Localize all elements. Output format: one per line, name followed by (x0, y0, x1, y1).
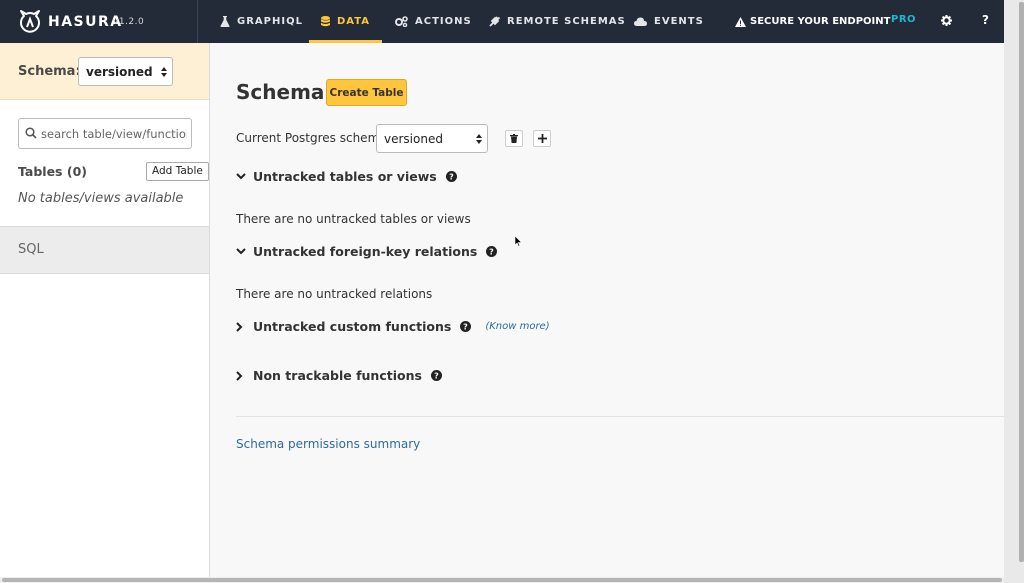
flask-icon (220, 16, 230, 27)
chevron-right-icon (236, 321, 243, 332)
svg-text:?: ? (434, 372, 439, 381)
scrollbar-thumb[interactable] (1019, 2, 1024, 562)
plus-icon (537, 134, 547, 143)
horizontal-scrollbar[interactable] (0, 577, 1004, 583)
sidebar: Schema: versioned Tables (0) Add Table N… (0, 43, 210, 577)
section-non-trackable-functions[interactable]: Non trackable functions ? (236, 368, 442, 383)
top-nav-bar: HASURA v1.2.0 GRAPHIQL DATA ACTIONS REMO… (0, 0, 1004, 43)
nav-label: ACTIONS (415, 16, 472, 27)
help-circle-icon[interactable]: ? (460, 321, 472, 332)
scrollbar-thumb[interactable] (2, 578, 1002, 582)
empty-tables-message: No tables/views available (18, 191, 184, 206)
help-button[interactable]: ? (982, 13, 989, 27)
brand[interactable]: HASURA v1.2.0 (0, 0, 198, 43)
vertical-scrollbar[interactable] (1004, 0, 1024, 583)
secure-endpoint-label: SECURE YOUR ENDPOINT (750, 16, 891, 27)
current-schema-select[interactable]: versioned (376, 124, 488, 153)
select-arrows-icon (476, 133, 482, 144)
sidebar-item-label: SQL (18, 242, 44, 257)
pro-link[interactable]: PRO (891, 14, 916, 25)
schema-label: Schema: (18, 64, 81, 79)
current-schema-label: Current Postgres schema (236, 131, 387, 145)
main-content: Schema Create Table Current Postgres sch… (210, 43, 1004, 577)
tables-title: Tables (0) (18, 164, 87, 179)
search-input[interactable] (41, 123, 187, 145)
brand-version: v1.2.0 (113, 17, 145, 27)
nav-label: DATA (337, 16, 371, 27)
page-title: Schema (236, 80, 325, 104)
nav-label: GRAPHIQL (237, 16, 303, 27)
current-schema-value: versioned (384, 131, 443, 146)
nav-remote-schemas[interactable]: REMOTE SCHEMAS (489, 0, 626, 43)
chevron-right-icon (236, 370, 243, 381)
section-untracked-functions[interactable]: Untracked custom functions ? (Know more) (236, 319, 550, 334)
nav-graphiql[interactable]: GRAPHIQL (220, 0, 303, 43)
svg-text:?: ? (449, 173, 454, 182)
cogs-icon (395, 16, 408, 27)
chevron-down-icon (236, 173, 246, 180)
schema-select[interactable]: versioned (78, 57, 173, 86)
select-arrows-icon (161, 66, 167, 77)
svg-text:?: ? (489, 248, 494, 257)
section-title: Non trackable functions (253, 368, 422, 383)
cloud-icon (634, 17, 647, 26)
nav-data[interactable]: DATA (309, 0, 383, 43)
help-circle-icon[interactable]: ? (486, 246, 498, 257)
section-title: Untracked custom functions (253, 319, 452, 334)
nav-label: EVENTS (654, 16, 704, 27)
warning-icon (735, 16, 746, 27)
section-title: Untracked tables or views (253, 169, 437, 184)
search-box (18, 118, 192, 149)
help-circle-icon[interactable]: ? (445, 171, 457, 182)
help-circle-icon[interactable]: ? (430, 370, 442, 381)
schema-selector-panel: Schema: versioned (0, 43, 209, 100)
settings-gear-icon[interactable] (941, 15, 952, 26)
secure-endpoint-link[interactable]: SECURE YOUR ENDPOINT (735, 0, 890, 43)
nav-events[interactable]: EVENTS (634, 0, 704, 43)
section-untracked-tables[interactable]: Untracked tables or views ? (236, 169, 457, 184)
database-icon (321, 16, 330, 27)
create-table-button[interactable]: Create Table (326, 79, 407, 106)
delete-schema-button[interactable] (505, 130, 523, 147)
nav-label: REMOTE SCHEMAS (507, 16, 626, 27)
sidebar-item-sql[interactable]: SQL (0, 226, 209, 274)
untracked-tables-message: There are no untracked tables or views (236, 212, 471, 226)
hasura-logo-icon (20, 10, 40, 33)
schema-permissions-link[interactable]: Schema permissions summary (236, 437, 420, 451)
know-more-link[interactable]: (Know more) (485, 321, 549, 332)
divider (236, 416, 1004, 417)
untracked-fk-message: There are no untracked relations (236, 287, 433, 301)
section-title: Untracked foreign-key relations (253, 244, 478, 259)
search-icon (25, 127, 37, 139)
add-schema-button[interactable] (533, 130, 551, 147)
chevron-down-icon (236, 248, 246, 255)
mouse-cursor-icon (515, 236, 522, 247)
plug-icon (489, 16, 500, 27)
svg-text:?: ? (463, 323, 468, 332)
brand-name: HASURA (48, 14, 123, 30)
nav-actions[interactable]: ACTIONS (395, 0, 472, 43)
section-untracked-fk[interactable]: Untracked foreign-key relations ? (236, 244, 498, 259)
trash-icon (510, 134, 518, 143)
add-table-button[interactable]: Add Table (146, 162, 209, 181)
schema-select-value: versioned (86, 64, 153, 79)
